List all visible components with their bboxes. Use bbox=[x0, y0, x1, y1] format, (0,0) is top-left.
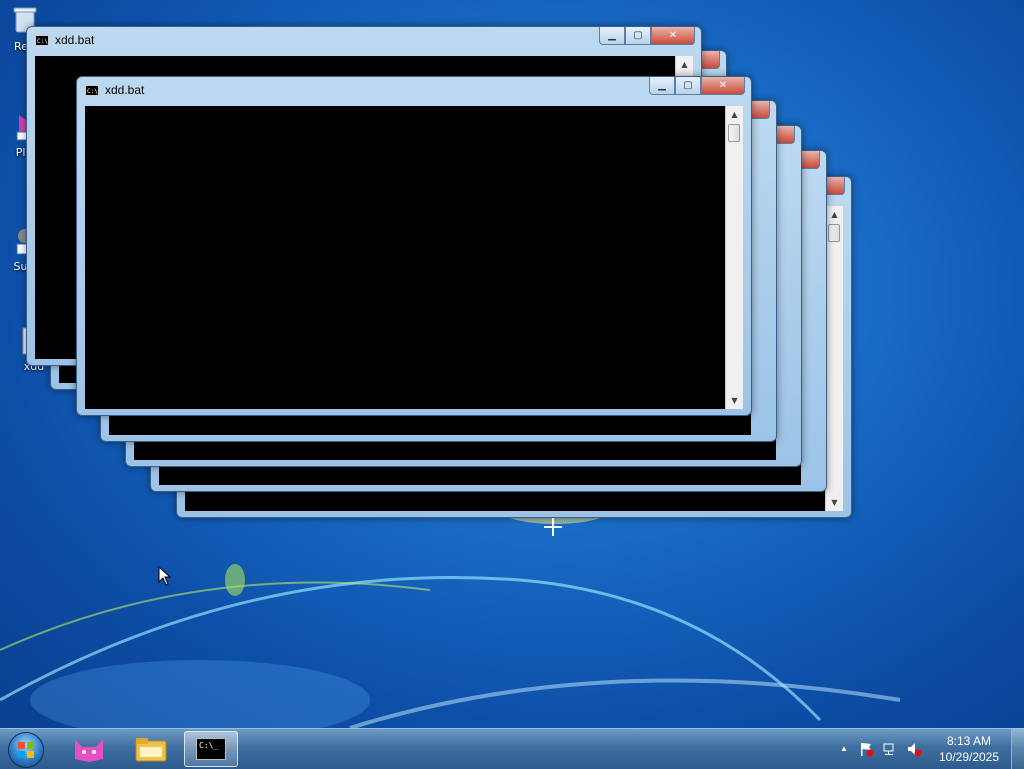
close-button[interactable]: ✕ bbox=[701, 77, 745, 95]
scroll-up-arrow[interactable]: ▲ bbox=[726, 106, 743, 123]
cmd-icon: C:\ bbox=[85, 85, 99, 96]
mouse-pointer-icon bbox=[158, 566, 172, 586]
action-center-flag-icon[interactable] bbox=[858, 741, 874, 757]
windows-orb-icon bbox=[8, 732, 44, 768]
window-title: xdd.bat bbox=[105, 83, 145, 97]
minimize-button[interactable]: ▁ bbox=[599, 27, 625, 45]
scroll-up-arrow[interactable]: ▲ bbox=[826, 206, 843, 223]
volume-muted-icon[interactable] bbox=[906, 741, 922, 757]
system-tray: ▲ 8:13 AM 10/29/2025 bbox=[834, 729, 1024, 769]
cmd-icon: C:\_ bbox=[196, 738, 226, 760]
maximize-button[interactable]: ▢ bbox=[625, 27, 651, 45]
console-window-front[interactable]: C:\ xdd.bat ▁ ▢ ✕ ▲ ▼ bbox=[76, 76, 752, 416]
scroll-down-arrow[interactable]: ▼ bbox=[826, 494, 843, 511]
cat-icon bbox=[75, 739, 103, 762]
scroll-up-arrow[interactable]: ▲ bbox=[676, 56, 693, 73]
clock-date: 10/29/2025 bbox=[938, 750, 1000, 764]
show-desktop-button[interactable] bbox=[1011, 729, 1024, 769]
start-button[interactable] bbox=[4, 731, 48, 768]
scroll-thumb[interactable] bbox=[728, 124, 740, 142]
taskbar-app-explorer[interactable] bbox=[124, 731, 178, 767]
show-hidden-icons-button[interactable]: ▲ bbox=[836, 741, 852, 757]
cmd-icon: C:\ bbox=[35, 35, 49, 46]
desktop: Rec Pla Sup xdd ▁ ▢ ✕ ▲ ▼ ▁ bbox=[0, 0, 1024, 728]
console-output[interactable] bbox=[85, 106, 726, 409]
window-title: xdd.bat bbox=[55, 33, 95, 47]
taskbar-app-cmd[interactable]: C:\_ bbox=[184, 731, 238, 767]
taskbar: C:\_ ▲ 8:13 AM 10/29/2025 bbox=[0, 728, 1024, 769]
network-icon[interactable] bbox=[882, 741, 898, 757]
vertical-scrollbar[interactable]: ▲ ▼ bbox=[725, 106, 743, 409]
folder-icon bbox=[135, 738, 167, 762]
window-controls: ▁ ▢ ✕ bbox=[599, 27, 695, 46]
clock[interactable]: 8:13 AM 10/29/2025 bbox=[934, 733, 1004, 765]
maximize-button[interactable]: ▢ bbox=[675, 77, 701, 95]
taskbar-app-cat[interactable] bbox=[62, 731, 116, 767]
scroll-thumb[interactable] bbox=[828, 224, 840, 242]
minimize-button[interactable]: ▁ bbox=[649, 77, 675, 95]
clock-time: 8:13 AM bbox=[946, 734, 992, 748]
scroll-down-arrow[interactable]: ▼ bbox=[726, 392, 743, 409]
window-controls: ▁ ▢ ✕ bbox=[649, 77, 745, 96]
close-button[interactable]: ✕ bbox=[651, 27, 695, 45]
vertical-scrollbar[interactable]: ▲ ▼ bbox=[825, 206, 843, 511]
busy-cursor-icon bbox=[544, 518, 562, 536]
